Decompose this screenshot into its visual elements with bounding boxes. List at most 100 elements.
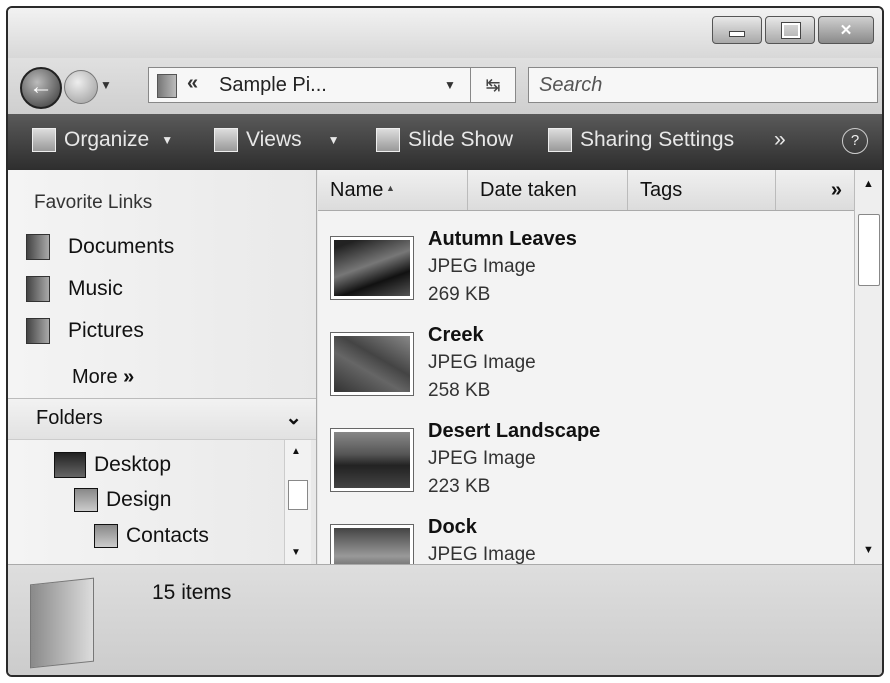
navigation-bar: ← ▼ « Sample Pi... ▼ ↹ bbox=[8, 58, 882, 114]
favorite-link-music[interactable]: Music bbox=[26, 276, 123, 302]
favorite-link-documents[interactable]: Documents bbox=[26, 234, 174, 260]
file-name: Autumn Leaves bbox=[428, 228, 577, 250]
scroll-up-icon[interactable]: ▲ bbox=[863, 178, 874, 190]
scrollbar-thumb[interactable] bbox=[288, 480, 308, 510]
scroll-down-icon[interactable]: ▼ bbox=[291, 547, 301, 558]
maximize-button[interactable] bbox=[765, 16, 815, 44]
favorite-links-header: Favorite Links bbox=[34, 192, 153, 213]
tree-item-design[interactable]: Design bbox=[74, 488, 171, 512]
chevron-down-icon: ⌄ bbox=[285, 407, 302, 429]
item-count: 15 items bbox=[152, 581, 232, 604]
title-bar: ✕ bbox=[8, 8, 882, 58]
thumbnail bbox=[330, 428, 414, 492]
thumbnail bbox=[330, 524, 414, 564]
folder-tree-scrollbar[interactable]: ▲ ▼ bbox=[284, 440, 311, 564]
details-pane: 15 items bbox=[8, 564, 882, 675]
slideshow-button[interactable]: Slide Show bbox=[376, 128, 513, 152]
more-chevron-icon: » bbox=[123, 366, 135, 388]
chevron-down-icon: ▼ bbox=[327, 133, 340, 147]
back-arrow-icon: ← bbox=[29, 73, 53, 100]
toolbar-overflow-button[interactable]: » bbox=[774, 128, 786, 152]
file-item[interactable]: Creek JPEG Image 258 KB bbox=[318, 322, 854, 418]
folder-icon bbox=[74, 488, 98, 512]
sharing-icon bbox=[548, 128, 572, 152]
file-name: Dock bbox=[428, 516, 477, 538]
back-button[interactable]: ← bbox=[20, 67, 62, 109]
file-size: 223 KB bbox=[428, 476, 491, 497]
minimize-button[interactable] bbox=[712, 16, 762, 44]
file-item[interactable]: Desert Landscape JPEG Image 223 KB bbox=[318, 418, 854, 514]
file-item[interactable]: Autumn Leaves JPEG Image 269 KB bbox=[318, 226, 854, 322]
file-list: ▲ Name Date taken Tags » Autumn Leaves J… bbox=[318, 170, 854, 564]
tree-item-label: Contacts bbox=[126, 524, 209, 547]
favorite-link-pictures[interactable]: Pictures bbox=[26, 318, 144, 344]
folders-title: Folders bbox=[36, 407, 103, 429]
column-header-tags[interactable]: Tags bbox=[628, 170, 776, 210]
address-bar[interactable]: « Sample Pi... ▼ ↹ bbox=[148, 67, 516, 103]
minimize-icon bbox=[729, 31, 745, 37]
more-links-button[interactable]: More » bbox=[72, 366, 134, 389]
music-icon bbox=[26, 276, 50, 302]
scroll-up-icon[interactable]: ▲ bbox=[291, 446, 301, 457]
views-label: Views bbox=[246, 128, 302, 151]
file-type: JPEG Image bbox=[428, 352, 536, 373]
column-header-label: Tags bbox=[640, 179, 683, 201]
file-list-scrollbar[interactable]: ▲ ▼ bbox=[854, 170, 882, 564]
folder-icon bbox=[30, 577, 94, 669]
tree-item-contacts[interactable]: Contacts bbox=[94, 524, 209, 548]
file-name: Creek bbox=[428, 324, 484, 346]
breadcrumb-separator[interactable]: « bbox=[187, 72, 198, 95]
folders-header[interactable]: Folders ⌄ bbox=[8, 398, 316, 440]
slideshow-label: Slide Show bbox=[408, 128, 514, 151]
refresh-arrows-icon: ↹ bbox=[485, 75, 501, 95]
file-type: JPEG Image bbox=[428, 256, 536, 277]
pictures-icon bbox=[26, 318, 50, 344]
column-header-date-taken[interactable]: Date taken bbox=[468, 170, 628, 210]
address-dropdown-icon[interactable]: ▼ bbox=[444, 78, 456, 92]
file-size: 269 KB bbox=[428, 284, 491, 305]
file-type: JPEG Image bbox=[428, 544, 536, 564]
contacts-icon bbox=[94, 524, 118, 548]
column-overflow-icon: » bbox=[830, 179, 842, 201]
file-item[interactable]: Dock JPEG Image bbox=[318, 514, 854, 564]
sort-ascending-icon: ▲ bbox=[386, 183, 395, 193]
address-path[interactable]: Sample Pi... bbox=[219, 74, 327, 97]
toolbar-overflow-icon: » bbox=[774, 128, 786, 151]
search-input[interactable] bbox=[529, 68, 841, 102]
file-size: 258 KB bbox=[428, 380, 491, 401]
thumbnail bbox=[330, 332, 414, 396]
desktop-icon bbox=[54, 452, 86, 478]
slideshow-icon bbox=[376, 128, 400, 152]
organize-button[interactable]: Organize ▼ bbox=[32, 128, 173, 152]
command-bar: Organize ▼ Views ▼ Slide Show Sharing Se… bbox=[8, 114, 882, 170]
sharing-label: Sharing Settings bbox=[580, 128, 735, 151]
refresh-button[interactable]: ↹ bbox=[470, 68, 515, 102]
column-header-name[interactable]: ▲ Name bbox=[318, 170, 468, 210]
more-label: More bbox=[72, 366, 118, 388]
documents-icon bbox=[26, 234, 50, 260]
favorite-link-label: Music bbox=[68, 277, 123, 300]
favorite-link-label: Documents bbox=[68, 235, 175, 258]
folder-tree: Desktop Design Contacts bbox=[8, 440, 284, 564]
organize-icon bbox=[32, 128, 56, 152]
scrollbar-thumb[interactable] bbox=[858, 214, 880, 286]
search-box[interactable] bbox=[528, 67, 878, 103]
column-headers: ▲ Name Date taken Tags » bbox=[318, 170, 854, 211]
column-overflow-button[interactable]: » bbox=[776, 170, 854, 210]
column-header-label: Name bbox=[330, 179, 384, 201]
sharing-settings-button[interactable]: Sharing Settings bbox=[548, 128, 734, 152]
recent-pages-dropdown[interactable]: ▼ bbox=[100, 78, 112, 92]
explorer-window: ✕ ← ▼ « Sample Pi... ▼ ↹ Organize ▼ View… bbox=[6, 6, 884, 677]
tree-item-desktop[interactable]: Desktop bbox=[54, 452, 171, 478]
views-button[interactable]: Views ▼ bbox=[214, 128, 340, 152]
forward-button[interactable] bbox=[64, 70, 98, 104]
organize-label: Organize bbox=[64, 128, 150, 151]
maximize-icon bbox=[781, 22, 801, 39]
tree-item-label: Design bbox=[106, 488, 172, 511]
scroll-down-icon[interactable]: ▼ bbox=[863, 544, 874, 556]
help-button[interactable]: ? bbox=[842, 128, 868, 154]
thumbnail bbox=[330, 236, 414, 300]
close-icon: ✕ bbox=[839, 22, 853, 39]
close-button[interactable]: ✕ bbox=[818, 16, 874, 44]
views-icon bbox=[214, 128, 238, 152]
